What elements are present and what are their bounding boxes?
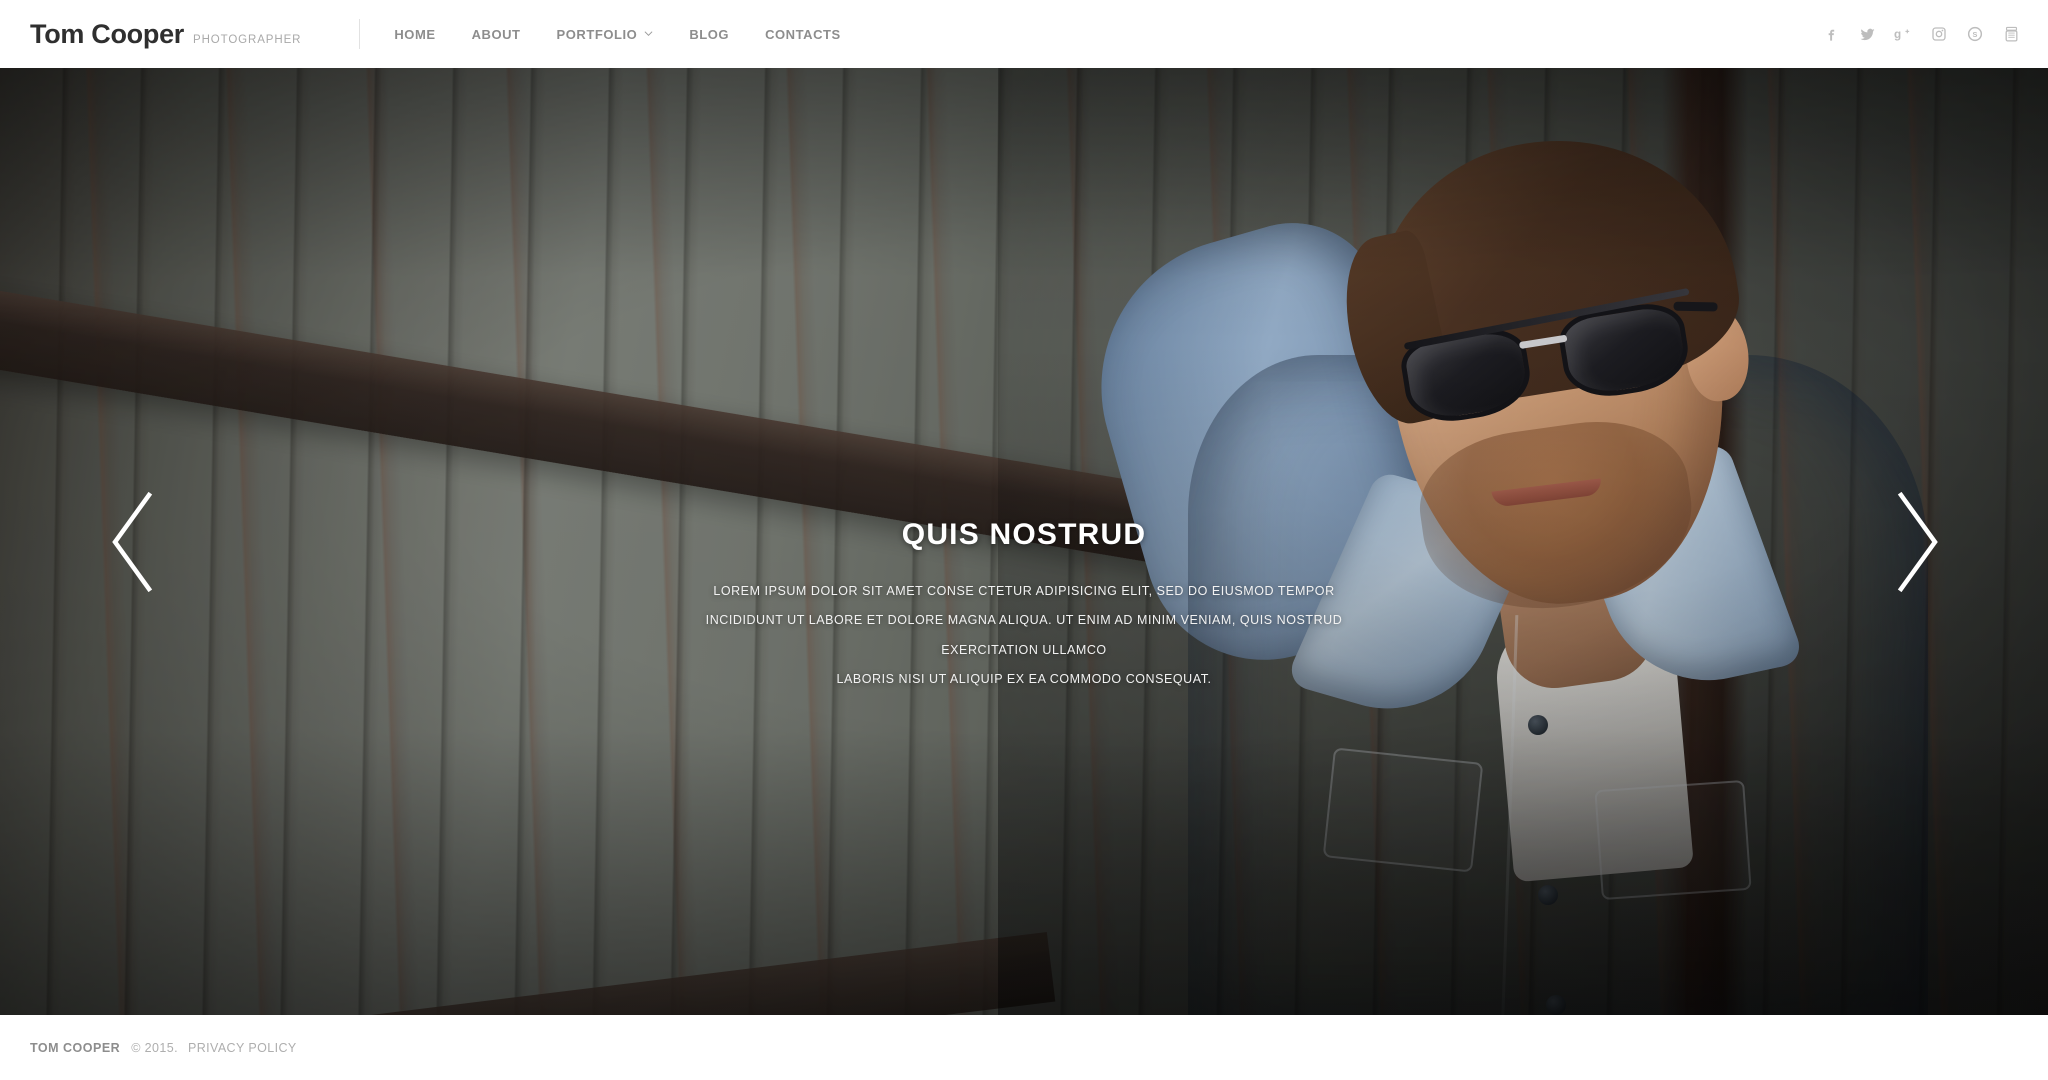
- instagram-icon[interactable]: [1930, 25, 1948, 43]
- footer-copyright: © 2015.: [131, 1040, 178, 1055]
- twitter-icon[interactable]: [1858, 25, 1876, 43]
- nav-item-home[interactable]: HOME: [394, 27, 435, 42]
- nav-item-about[interactable]: ABOUT: [472, 27, 521, 42]
- site-logo[interactable]: Tom Cooper PHOTOGRAPHER: [30, 18, 302, 49]
- site-footer: TOM COOPER © 2015. PRIVACY POLICY: [0, 1015, 2048, 1080]
- hero-description-line: LABORIS NISI UT ALIQUIP EX EA COMMODO CO…: [836, 672, 1212, 687]
- skype-icon[interactable]: S: [1966, 25, 1984, 43]
- footer-content: TOM COOPER © 2015. PRIVACY POLICY: [30, 1041, 297, 1055]
- privacy-policy-link[interactable]: PRIVACY POLICY: [188, 1041, 297, 1055]
- hero-description-line: INCIDIDUNT UT LABORE ET DOLORE MAGNA ALI…: [705, 613, 1343, 657]
- nav-item-label: PORTFOLIO: [556, 26, 638, 42]
- hero-description-line: LOREM IPSUM DOLOR SIT AMET CONSE CTETUR …: [713, 584, 1335, 598]
- nav-item-contacts[interactable]: CONTACTS: [765, 27, 841, 42]
- nav-item-label: CONTACTS: [765, 26, 841, 42]
- facebook-icon[interactable]: [1822, 25, 1840, 43]
- main-navigation: HOME ABOUT PORTFOLIO BLOG CONTACTS: [394, 27, 840, 42]
- header-divider: [359, 19, 361, 49]
- nav-item-portfolio[interactable]: PORTFOLIO: [557, 27, 654, 42]
- chevron-down-icon: [644, 29, 653, 38]
- hero-slider: QUIS NOSTRUD LOREM IPSUM DOLOR SIT AMET …: [0, 68, 2048, 1015]
- svg-text:S: S: [1973, 30, 1978, 39]
- hero-title: QUIS NOSTRUD: [901, 518, 1147, 551]
- svg-text:g: g: [1894, 28, 1901, 41]
- nav-item-label: HOME: [394, 26, 436, 42]
- hero-description: LOREM IPSUM DOLOR SIT AMET CONSE CTETUR …: [674, 577, 1374, 695]
- social-links: g S: [1822, 25, 2020, 43]
- nav-item-blog[interactable]: BLOG: [689, 27, 729, 42]
- brand-name: Tom Cooper: [30, 18, 184, 49]
- google-plus-icon[interactable]: g: [1894, 25, 1912, 43]
- nav-item-label: BLOG: [689, 26, 730, 42]
- nav-item-label: ABOUT: [471, 26, 521, 42]
- site-header: Tom Cooper PHOTOGRAPHER HOME ABOUT PORTF…: [0, 0, 2048, 68]
- youtube-icon[interactable]: [2002, 25, 2020, 43]
- brand-tagline: PHOTOGRAPHER: [193, 33, 302, 46]
- hero-caption: QUIS NOSTRUD LOREM IPSUM DOLOR SIT AMET …: [0, 520, 2048, 695]
- slider-prev-button[interactable]: [105, 489, 161, 595]
- footer-brand: TOM COOPER: [30, 1040, 121, 1055]
- slider-next-button[interactable]: [1889, 489, 1945, 595]
